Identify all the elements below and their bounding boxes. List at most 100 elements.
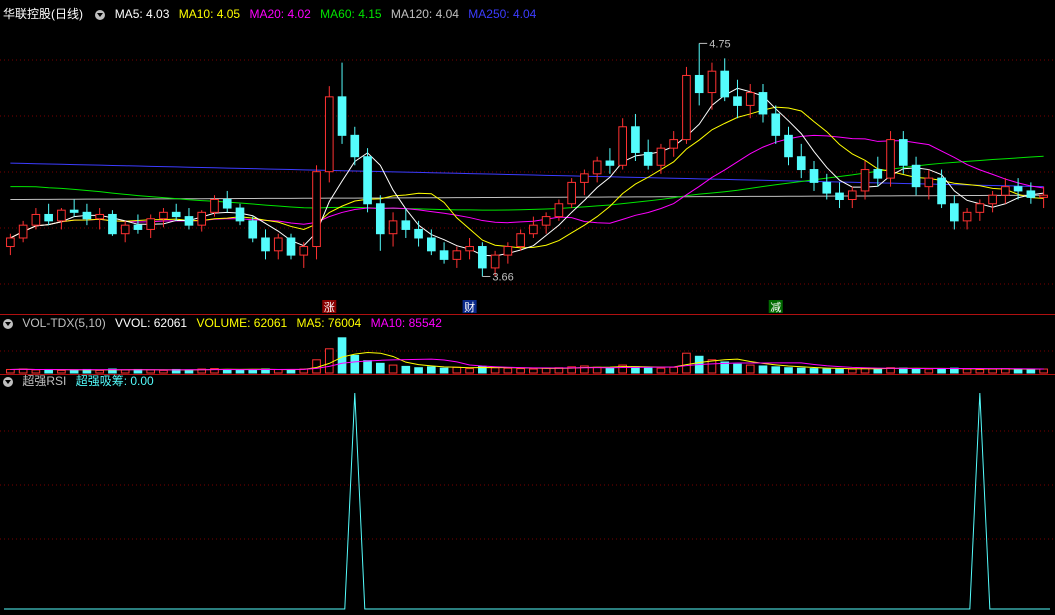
ma20-label: MA20: 4.02 <box>249 7 311 21</box>
candle-body <box>120 224 130 235</box>
stock-title[interactable]: 华联控股(日线) <box>3 7 83 21</box>
volume-bar <box>439 367 449 374</box>
collapse-icon[interactable] <box>3 318 13 329</box>
candle-body <box>516 233 525 248</box>
event-jian-badge: 减 <box>770 301 781 314</box>
candle-body <box>286 237 296 256</box>
candle-body <box>950 203 959 222</box>
candle-body <box>541 216 551 226</box>
high-label: 4.75 <box>709 38 730 50</box>
volume-bar <box>350 354 360 374</box>
collapse-icon[interactable] <box>95 9 106 20</box>
volume-bar <box>962 368 972 374</box>
vvol-label: VVOL: 62061 <box>115 316 188 330</box>
volume-bar <box>796 367 806 374</box>
candle-body <box>796 156 806 171</box>
candle-body <box>529 224 538 235</box>
price-chart[interactable]: 4.75 3.66 涨 财 减 <box>0 0 1055 314</box>
volume-bar <box>682 352 691 374</box>
candle-body <box>733 96 742 106</box>
ma10-label: MA10: 4.05 <box>178 7 241 21</box>
candle-body <box>580 173 589 183</box>
candle-body <box>248 220 258 239</box>
candle-body <box>69 209 79 213</box>
volume-bar <box>643 367 653 374</box>
volume-bar <box>911 368 921 374</box>
volume-bar <box>324 348 334 374</box>
volume-bar <box>388 364 398 374</box>
volume-label: VOLUME: 62061 <box>196 316 288 330</box>
candle-body <box>886 139 895 179</box>
volume-bar <box>809 368 819 374</box>
collapse-icon[interactable] <box>3 376 13 387</box>
price-panel[interactable]: 华联控股(日线) MA5: 4.03 MA10: 4.05 MA20: 4.02… <box>0 0 1055 314</box>
candle-body <box>988 194 997 205</box>
candle-body <box>261 237 270 252</box>
volume-bar <box>656 367 666 374</box>
rsi-panel[interactable]: 超强RSI 超强吸筹: 0.00 <box>0 373 1055 615</box>
candle-body <box>745 92 755 106</box>
volume-bar <box>414 367 423 374</box>
candle-body <box>312 171 321 248</box>
ma250-label: MA250: 4.04 <box>468 7 537 21</box>
candle-body <box>388 220 398 235</box>
volume-bar <box>452 366 462 374</box>
candle-body <box>847 190 857 200</box>
rsi-chart[interactable] <box>0 375 1055 615</box>
volume-bar <box>592 366 602 374</box>
candle-body <box>758 92 768 115</box>
candle-body <box>1013 186 1023 192</box>
candle-body <box>299 246 309 256</box>
candle-body <box>44 213 53 222</box>
volume-bar <box>235 369 245 374</box>
candle-body <box>427 237 436 252</box>
candle-body <box>108 213 117 235</box>
candle-body <box>592 160 602 175</box>
candle-body <box>350 134 360 158</box>
candle-body <box>643 151 653 166</box>
volume-bar <box>784 367 793 374</box>
candle-body <box>554 203 564 218</box>
volume-bar <box>337 337 347 374</box>
candle-body <box>631 126 640 153</box>
candle-body <box>822 181 832 194</box>
candle-body <box>962 211 972 222</box>
volume-bar <box>184 369 194 374</box>
candle-body <box>490 254 500 269</box>
volume-bar <box>516 368 525 374</box>
candle-body <box>720 70 730 98</box>
price-header: 华联控股(日线) MA5: 4.03 MA10: 4.05 MA20: 4.02… <box>0 6 542 22</box>
volume-bar <box>937 368 946 374</box>
rsi-title[interactable]: 超强RSI <box>22 374 66 388</box>
candle-body <box>924 177 934 188</box>
candle-body <box>605 160 615 166</box>
volume-panel[interactable]: VOL-TDX(5,10) VVOL: 62061 VOLUME: 62061 … <box>0 315 1055 374</box>
candle-body <box>401 220 411 230</box>
volume-bar <box>427 366 436 374</box>
candle-body <box>567 181 576 205</box>
volume-bar <box>758 365 768 374</box>
candle-body <box>57 209 66 222</box>
vol-title[interactable]: VOL-TDX(5,10) <box>22 316 105 330</box>
candle-body <box>324 96 334 173</box>
candle-body <box>618 126 627 166</box>
candle-body <box>1001 186 1010 196</box>
volume-bar <box>975 368 985 374</box>
volume-bar <box>401 365 411 374</box>
candle-body <box>898 139 908 166</box>
candle-body <box>937 177 946 205</box>
candle-body <box>809 169 819 183</box>
candle-body <box>465 246 474 252</box>
candle-body <box>682 74 691 141</box>
ma120-label: MA120: 4.04 <box>390 7 459 21</box>
candle-body <box>707 70 717 94</box>
candle-body <box>18 224 28 239</box>
volume-bar <box>529 368 538 374</box>
ma5-label: MA5: 4.03 <box>114 7 170 21</box>
candle-body <box>159 211 168 220</box>
candle-body <box>171 211 181 218</box>
volume-bar <box>847 368 857 374</box>
candle-body <box>1026 190 1036 198</box>
rsi-header: 超强RSI 超强吸筹: 0.00 <box>0 373 160 389</box>
volume-bar <box>822 368 832 374</box>
